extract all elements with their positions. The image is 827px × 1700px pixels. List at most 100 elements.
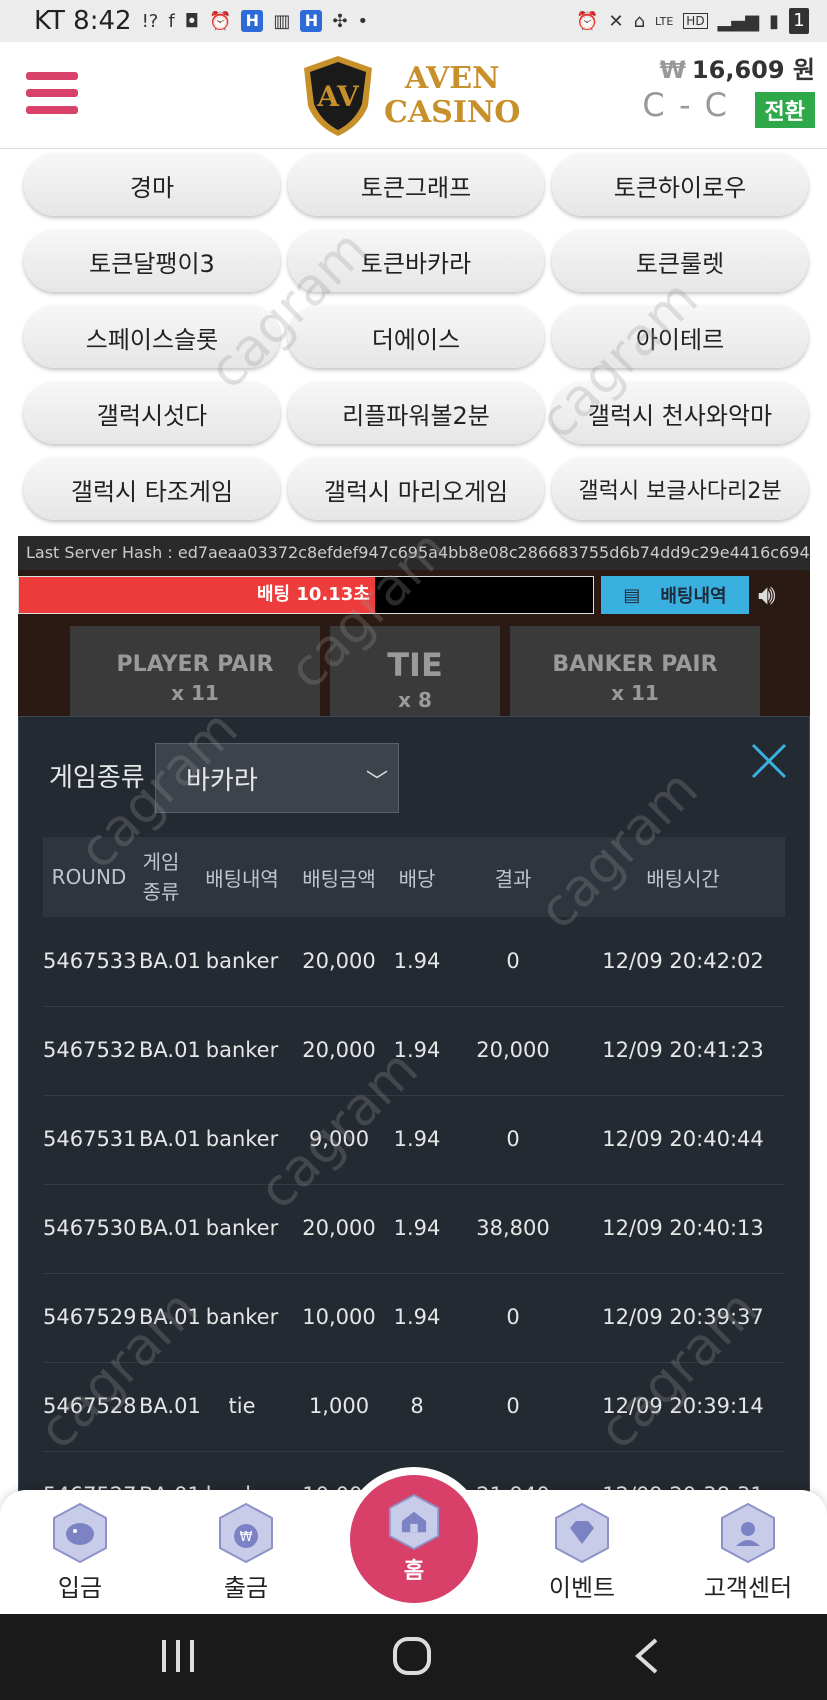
logo-monogram: AV — [316, 80, 360, 113]
round-cell: 5467529 — [43, 1305, 137, 1329]
col-header-amount: 배팅금액 — [302, 866, 376, 891]
result-cell: 38,800 — [476, 1216, 550, 1240]
tie-multiplier: x 8 — [398, 688, 432, 712]
col-header-time: 배팅시간 — [646, 866, 720, 891]
nav-deposit-label: 입금 — [57, 1574, 103, 1602]
game-button[interactable]: 갤럭시 보글사다리2분 — [552, 458, 808, 520]
game-button[interactable]: 경마 — [24, 154, 280, 216]
odds-cell: 1.94 — [393, 1305, 441, 1329]
money-bag-icon: ₩ — [219, 1502, 273, 1564]
chart-search-icon: ▥ — [273, 10, 291, 32]
history-table-body: 5467533 BA.01 banker 20,000 1.94 0 12/09… — [43, 917, 785, 1517]
game-cell: BA.01 — [139, 949, 201, 973]
status-left: KT 8:42 !? f ◘ ⏰ H ▥ H ✣ • — [34, 6, 368, 36]
hamburger-line — [26, 106, 78, 114]
game-button[interactable]: 더에이스 — [288, 306, 544, 368]
balance-amount: 16,609 — [691, 56, 785, 84]
hamburger-line — [26, 89, 78, 97]
close-icon[interactable] — [749, 741, 789, 781]
result-cell: 0 — [506, 1394, 520, 1418]
lte-label: LTE — [655, 14, 674, 28]
bet-history-label: 배팅내역 — [660, 586, 727, 607]
piggy-bank-icon — [53, 1502, 107, 1564]
speaker-icon[interactable]: 🔊︎ — [758, 578, 798, 612]
shield-logo-icon: AV — [304, 56, 372, 136]
hamburger-menu-button[interactable] — [26, 72, 78, 118]
android-nav-bar — [0, 1614, 827, 1700]
home-icon — [388, 1493, 440, 1551]
banker-pair-label: BANKER PAIR — [552, 652, 718, 677]
nav-deposit[interactable]: 입금 — [20, 1502, 140, 1603]
nav-support[interactable]: 고객센터 — [688, 1502, 808, 1603]
bet-boxes: PLAYER PAIR x 11 TIE x 8 BANKER PAIR x 1… — [70, 626, 790, 716]
bet-history-button[interactable]: ▤ 배팅내역 — [601, 576, 749, 614]
bet-cell: banker — [205, 1305, 279, 1329]
logo[interactable]: AV AVEN CASINO — [300, 54, 520, 138]
game-button[interactable]: 갤럭시 천사와악마 — [552, 382, 808, 444]
result-cell: 0 — [506, 1127, 520, 1151]
back-icon[interactable] — [632, 1636, 662, 1676]
odds-cell: 1.94 — [393, 1127, 441, 1151]
bet-cell: tie — [228, 1394, 256, 1418]
col-header-result: 결과 — [494, 866, 532, 891]
table-row: 5467530 BA.01 banker 20,000 1.94 38,800 … — [43, 1184, 785, 1274]
alarm-icon: ⏰ — [208, 10, 232, 32]
facebook-icon: f — [168, 10, 175, 32]
time-cell: 12/09 20:40:13 — [602, 1216, 764, 1240]
svg-text:₩: ₩ — [240, 1530, 253, 1545]
game-cell: BA.01 — [139, 1394, 201, 1418]
nav-event[interactable]: 이벤트 — [522, 1502, 642, 1603]
convert-button[interactable]: 전환 — [754, 92, 815, 128]
nav-home-button[interactable]: 홈 — [342, 1467, 486, 1611]
nav-support-label: 고객센터 — [703, 1574, 793, 1602]
game-button[interactable]: 토큰바카라 — [288, 230, 544, 292]
home-circle-icon[interactable] — [392, 1636, 432, 1676]
banker-pair-bet[interactable]: BANKER PAIR x 11 — [510, 626, 760, 716]
round-cell: 5467532 — [43, 1038, 137, 1062]
game-cell: BA.01 — [139, 1038, 201, 1062]
game-button[interactable]: 갤럭시 마리오게임 — [288, 458, 544, 520]
game-button[interactable]: 갤럭시섯다 — [24, 382, 280, 444]
diamond-icon — [555, 1502, 609, 1564]
cc-indicator: C - C — [642, 86, 729, 124]
game-type-select[interactable]: 바카라 ﹀ — [155, 743, 399, 813]
nav-event-label: 이벤트 — [548, 1574, 616, 1602]
header: AV AVEN CASINO ₩16,609 원 C - C 전환 — [0, 42, 827, 149]
nav-withdraw[interactable]: ₩ 출금 — [186, 1502, 306, 1603]
hd-label: HD — [683, 13, 708, 29]
odds-cell: 1.94 — [393, 1216, 441, 1240]
table-row: 5467531 BA.01 banker 9,000 1.94 0 12/09 … — [43, 1095, 785, 1185]
amount-cell: 20,000 — [302, 1216, 376, 1240]
status-bar: KT 8:42 !? f ◘ ⏰ H ▥ H ✣ • ⏰ ✕ ⌂ LTE HD … — [0, 0, 827, 42]
amount-cell: 20,000 — [302, 949, 376, 973]
bet-cell: banker — [205, 949, 279, 973]
game-button[interactable]: 토큰룰렛 — [552, 230, 808, 292]
hamburger-line — [26, 72, 78, 80]
game-button[interactable]: 토큰그래프 — [288, 154, 544, 216]
game-button[interactable]: 토큰달팽이3 — [24, 230, 280, 292]
recent-apps-icon[interactable] — [160, 1636, 196, 1676]
won-symbol: ₩ — [659, 56, 686, 84]
game-button[interactable]: 아이테르 — [552, 306, 808, 368]
game-button[interactable]: 토큰하이로우 — [552, 154, 808, 216]
bet-cell: banker — [205, 1216, 279, 1240]
time-cell: 12/09 20:39:37 — [602, 1305, 764, 1329]
logo-line1: AVEN — [404, 61, 500, 96]
nav-home-label: 홈 — [403, 1559, 425, 1584]
game-button[interactable]: 갤럭시 타조게임 — [24, 458, 280, 520]
table-row: 5467528 BA.01 tie 1,000 8 0 12/09 20:39:… — [43, 1362, 785, 1452]
game-cell: BA.01 — [139, 1127, 201, 1151]
round-cell: 5467528 — [43, 1394, 137, 1418]
signal-icon: ▂▄▆ — [717, 10, 760, 32]
chat-icon: ◘ — [184, 10, 199, 32]
col-header-bet: 배팅내역 — [205, 866, 279, 891]
tie-bet[interactable]: TIE x 8 — [330, 626, 500, 716]
bet-cell: banker — [205, 1038, 279, 1062]
player-pair-label: PLAYER PAIR — [116, 652, 274, 677]
player-pair-bet[interactable]: PLAYER PAIR x 11 — [70, 626, 320, 716]
lock-icon: ⌂ — [633, 10, 645, 32]
result-cell: 20,000 — [476, 1038, 550, 1062]
game-cell: BA.01 — [139, 1216, 201, 1240]
game-button[interactable]: 리플파워볼2분 — [288, 382, 544, 444]
game-button[interactable]: 스페이스슬롯 — [24, 306, 280, 368]
